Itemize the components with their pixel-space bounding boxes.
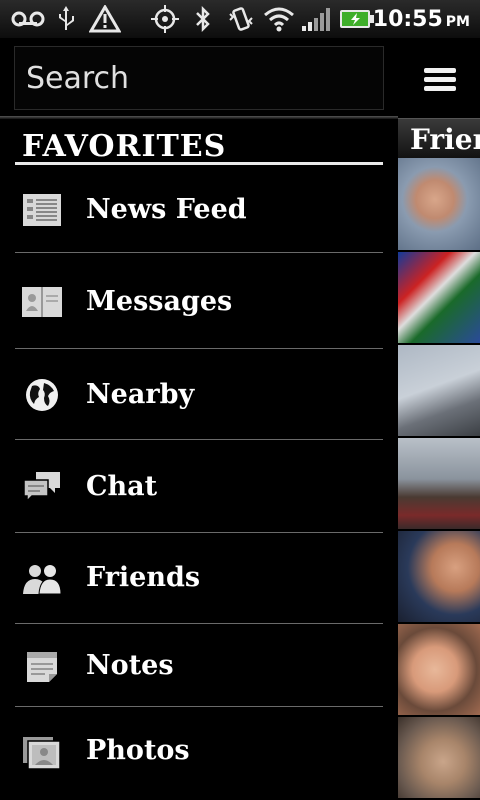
search-placeholder: Search [26, 61, 130, 96]
gps-icon [150, 5, 180, 33]
clock: 10:55 PM [372, 7, 470, 32]
menu-item-label: Notes [86, 650, 174, 681]
feed-title: Friends [410, 123, 480, 156]
menu-item-photos[interactable]: Photos [15, 707, 383, 800]
friend-photo-thumbnail[interactable] [398, 531, 480, 624]
navigation-drawer: Search FAVORITES News Feed Messages Near… [0, 38, 399, 800]
friends-icon [21, 557, 63, 599]
warning-icon [88, 5, 122, 33]
messages-icon [21, 281, 63, 323]
menu-item-chat[interactable]: Chat [15, 440, 383, 533]
menu-item-friends[interactable]: Friends [15, 533, 383, 624]
vibrate-icon [226, 6, 256, 32]
menu-item-label: Friends [86, 562, 201, 593]
wifi-icon [262, 6, 296, 32]
bluetooth-icon [192, 6, 214, 32]
menu-item-label: Nearby [86, 379, 195, 410]
photos-icon [21, 733, 63, 775]
menu-item-label: News Feed [86, 194, 247, 225]
section-title-favorites: FAVORITES [22, 129, 227, 164]
menu-item-label: Photos [86, 735, 190, 766]
chat-icon [21, 466, 63, 508]
friend-photo-thumbnail[interactable] [398, 252, 480, 345]
battery-icon [338, 6, 376, 32]
search-input[interactable]: Search [14, 46, 384, 110]
usb-icon [54, 6, 78, 32]
menu-item-news-feed[interactable]: News Feed [15, 165, 383, 253]
globe-icon [21, 374, 63, 416]
friend-photo-thumbnail[interactable] [398, 717, 480, 800]
menu-item-nearby[interactable]: Nearby [15, 349, 383, 440]
notes-icon [21, 646, 63, 688]
friend-photo-thumbnail[interactable] [398, 345, 480, 438]
news-feed-icon [21, 189, 63, 231]
hamburger-menu-icon[interactable] [424, 68, 456, 92]
menu-item-messages[interactable]: Messages [15, 253, 383, 349]
signal-icon [300, 6, 332, 32]
divider [0, 116, 398, 119]
friend-photo-thumbnail[interactable] [398, 624, 480, 717]
feed-top-bar [398, 38, 480, 118]
menu-item-label: Chat [86, 471, 158, 502]
friend-photo-thumbnail[interactable] [398, 158, 480, 252]
status-bar: 10:55 PM [0, 0, 480, 38]
voicemail-icon [10, 6, 46, 32]
feed-header: Friends [398, 118, 480, 159]
menu-item-notes[interactable]: Notes [15, 624, 383, 707]
menu-item-label: Messages [86, 286, 233, 317]
friend-photo-thumbnail[interactable] [398, 438, 480, 531]
